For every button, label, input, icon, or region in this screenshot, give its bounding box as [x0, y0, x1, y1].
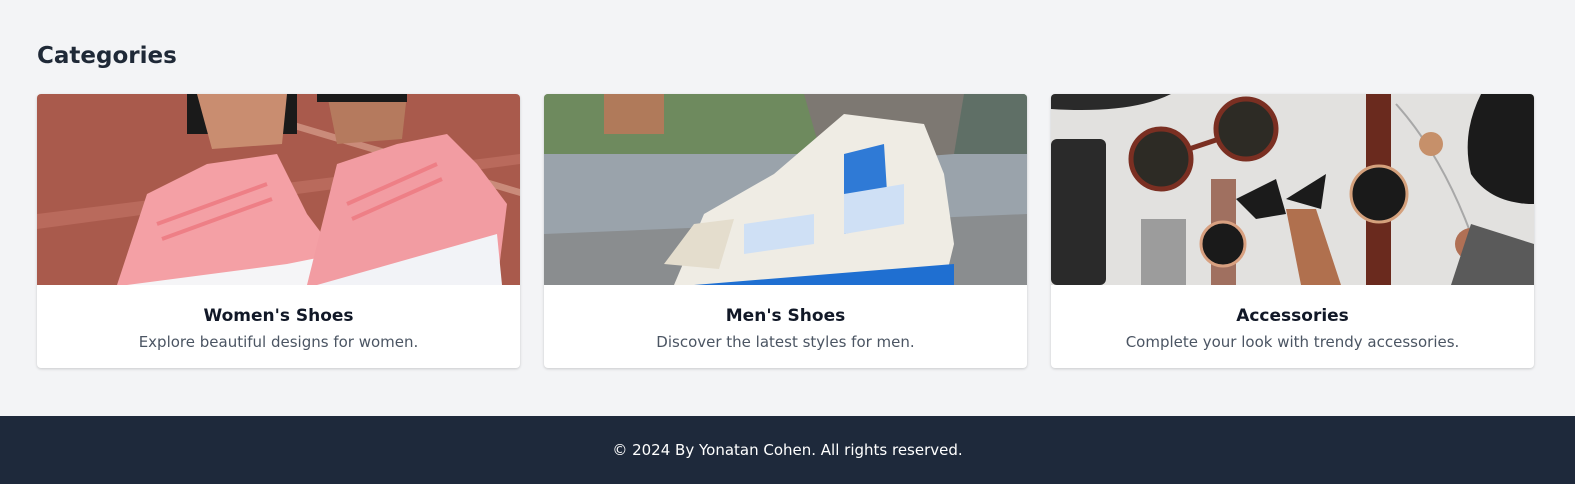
- card-title: Women's Shoes: [203, 306, 354, 326]
- basketball-sneaker-image: [544, 94, 1027, 285]
- card-description: Discover the latest styles for men.: [656, 333, 915, 351]
- card-description: Complete your look with trendy accessori…: [1125, 333, 1460, 351]
- card-title: Accessories: [1236, 306, 1349, 326]
- categories-grid: Women's Shoes Explore beautiful designs …: [37, 94, 1534, 368]
- section-title: Categories: [37, 43, 177, 69]
- category-card-mens-shoes[interactable]: Men's Shoes Discover the latest styles f…: [544, 94, 1027, 368]
- category-card-accessories[interactable]: Accessories Complete your look with tren…: [1051, 94, 1534, 368]
- category-card-womens-shoes[interactable]: Women's Shoes Explore beautiful designs …: [37, 94, 520, 368]
- pink-sneakers-image: [37, 94, 520, 285]
- categories-section: Categories Women's Shoes Explore beautif: [37, 38, 1535, 368]
- card-description: Explore beautiful designs for women.: [138, 333, 419, 351]
- page-footer: © 2024 By Yonatan Cohen. All rights rese…: [0, 416, 1575, 484]
- copyright-text: © 2024 By Yonatan Cohen. All rights rese…: [612, 441, 963, 459]
- accessories-flatlay-image: [1051, 94, 1534, 285]
- card-title: Men's Shoes: [725, 306, 846, 326]
